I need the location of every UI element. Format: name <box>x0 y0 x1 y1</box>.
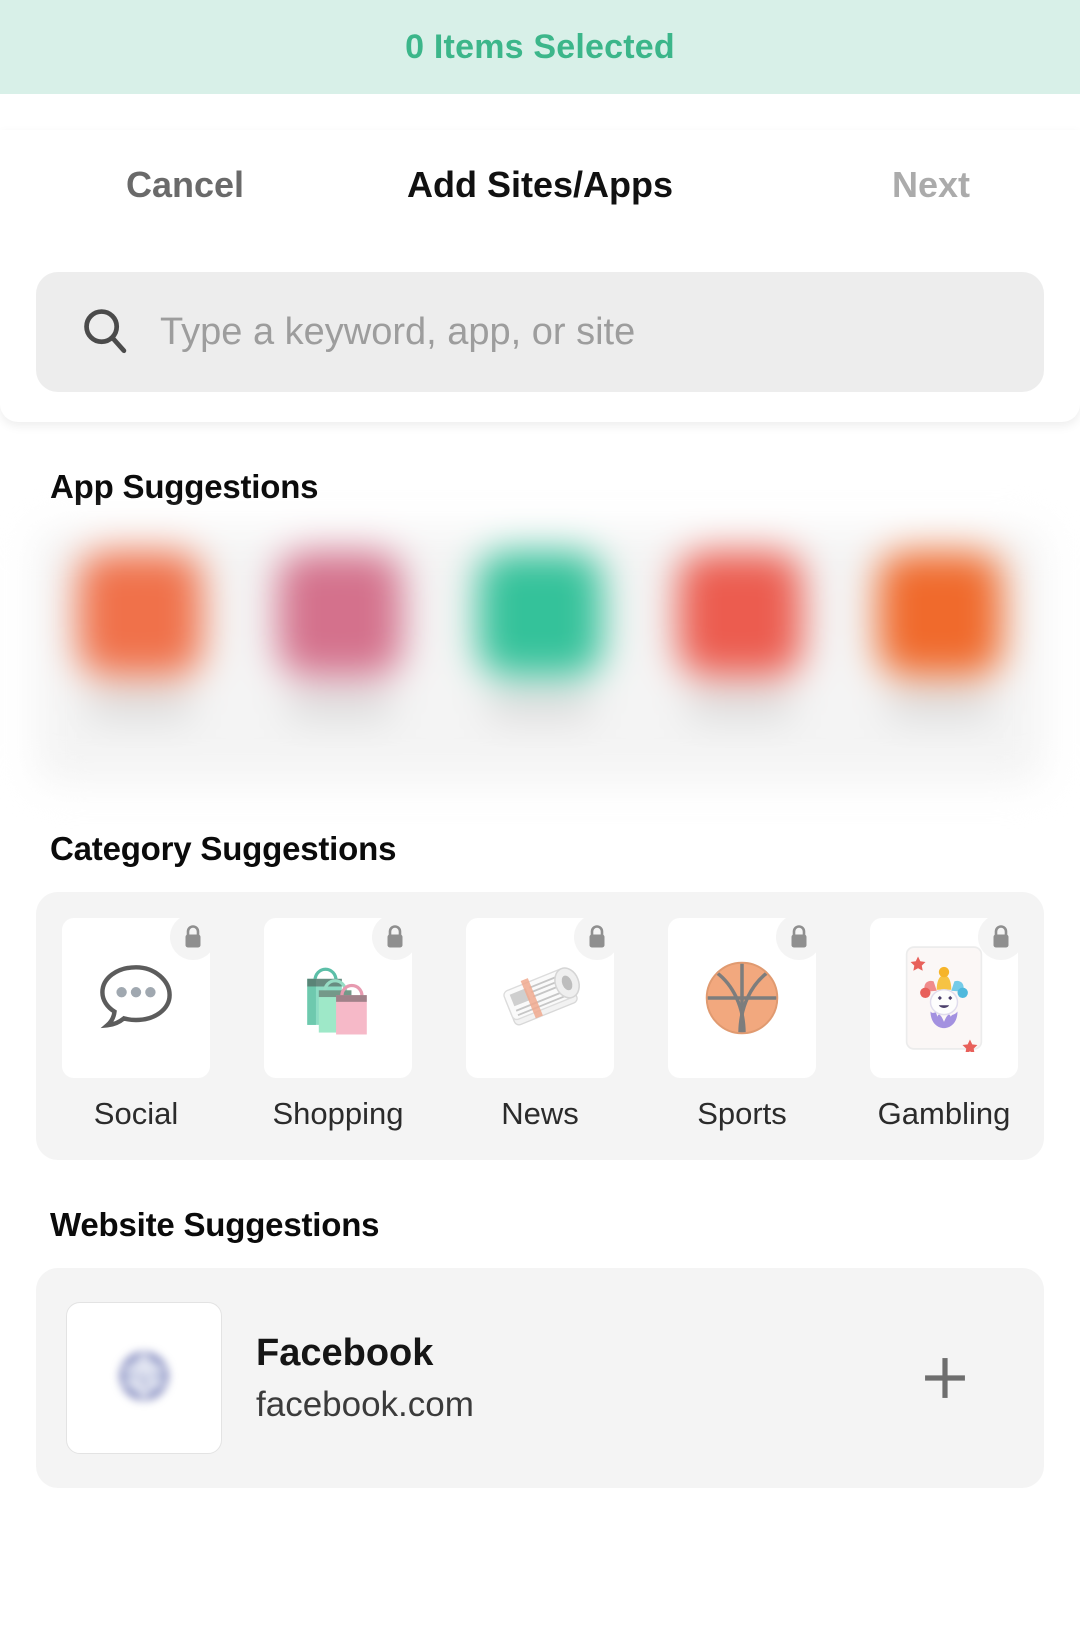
category-item-sports[interactable]: Sports <box>658 918 826 1132</box>
app-suggestion-item[interactable] <box>260 552 420 718</box>
selection-count-banner: 0 Items Selected <box>0 0 1080 94</box>
lock-icon <box>170 914 216 960</box>
selection-count-label: 0 Items Selected <box>405 28 675 67</box>
website-name: Facebook <box>256 1332 876 1375</box>
category-label: Sports <box>697 1096 787 1132</box>
app-suggestion-item[interactable] <box>60 552 220 718</box>
category-suggestions-title: Category Suggestions <box>50 830 1044 868</box>
category-item-gambling[interactable]: Gambling <box>860 918 1028 1132</box>
website-info: Facebook facebook.com <box>256 1332 876 1425</box>
website-suggestions-list: Facebook facebook.com <box>36 1268 1044 1488</box>
joker-card-icon <box>902 944 986 1052</box>
add-icon <box>919 1352 971 1404</box>
page-title: Add Sites/Apps <box>407 164 673 206</box>
app-icon <box>678 552 802 676</box>
search-icon <box>78 303 132 362</box>
app-icon <box>78 552 202 676</box>
shopping-bags-icon <box>290 950 386 1046</box>
app-suggestion-item[interactable] <box>660 552 820 718</box>
category-item-news[interactable]: News <box>456 918 624 1132</box>
category-thumbnail <box>668 918 816 1078</box>
suggestions-scroll-area[interactable]: App Suggestions Cat <box>0 468 1080 1488</box>
globe-icon <box>118 1350 170 1407</box>
category-label: News <box>501 1096 579 1132</box>
category-thumbnail <box>62 918 210 1078</box>
website-favicon-container <box>66 1302 222 1454</box>
category-item-social[interactable]: Social <box>52 918 220 1132</box>
website-suggestions-title: Website Suggestions <box>50 1206 1044 1244</box>
cancel-button[interactable]: Cancel <box>126 164 244 206</box>
app-label <box>488 692 592 718</box>
app-label <box>688 692 792 718</box>
category-thumbnail <box>264 918 412 1078</box>
app-label <box>88 692 192 718</box>
lock-icon <box>776 914 822 960</box>
basketball-icon <box>693 949 791 1047</box>
search-bar[interactable] <box>36 272 1044 392</box>
app-icon <box>278 552 402 676</box>
category-suggestions-list: Social <box>36 892 1044 1160</box>
navigation-bar: Cancel Add Sites/Apps Next <box>0 130 1080 240</box>
category-label: Social <box>94 1096 178 1132</box>
lock-icon <box>978 914 1024 960</box>
app-label <box>888 692 992 718</box>
category-label: Gambling <box>878 1096 1011 1132</box>
lock-icon <box>372 914 418 960</box>
app-icon <box>478 552 602 676</box>
app-label <box>288 692 392 718</box>
newspaper-icon <box>490 950 590 1046</box>
category-thumbnail <box>466 918 614 1078</box>
category-item-shopping[interactable]: Shopping <box>254 918 422 1132</box>
add-website-button[interactable] <box>910 1343 980 1413</box>
website-url: facebook.com <box>256 1385 876 1425</box>
app-suggestion-item[interactable] <box>860 552 1020 718</box>
category-label: Shopping <box>272 1096 403 1132</box>
search-input[interactable] <box>160 272 1002 392</box>
search-section <box>0 272 1080 392</box>
header-card: Cancel Add Sites/Apps Next <box>0 130 1080 422</box>
app-icon <box>878 552 1002 676</box>
add-sites-apps-screen: 0 Items Selected Cancel Add Sites/Apps N… <box>0 0 1080 1647</box>
next-button[interactable]: Next <box>892 164 970 206</box>
category-thumbnail <box>870 918 1018 1078</box>
app-suggestions-list[interactable] <box>36 530 1044 784</box>
app-suggestions-title: App Suggestions <box>50 468 1044 506</box>
speech-bubble-icon <box>88 950 184 1046</box>
lock-icon <box>574 914 620 960</box>
app-suggestion-item[interactable] <box>460 552 620 718</box>
